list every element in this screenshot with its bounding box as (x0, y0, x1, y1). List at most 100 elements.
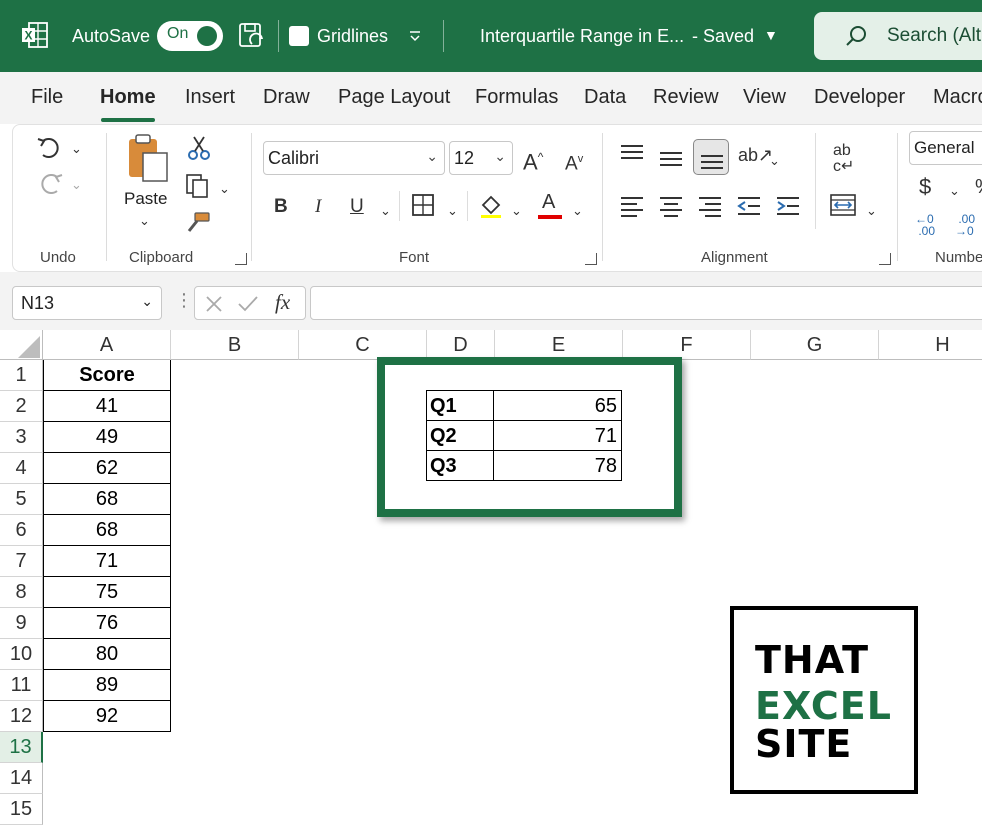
wrap-text-icon[interactable]: ab c↵ (833, 143, 854, 175)
score-cell[interactable]: 62 (43, 453, 171, 484)
autosave-toggle[interactable]: On (157, 21, 223, 51)
row-header[interactable]: 12 (0, 701, 43, 732)
currency-icon[interactable]: $ (919, 175, 931, 199)
format-painter-icon[interactable] (185, 211, 211, 235)
column-header-h[interactable]: H (879, 330, 982, 360)
chevron-down-icon[interactable]: ▼ (764, 24, 778, 46)
tab-macro[interactable]: Macro (933, 86, 982, 109)
row-header[interactable]: 14 (0, 763, 43, 794)
row-header[interactable]: 10 (0, 639, 43, 670)
row-header[interactable]: 11 (0, 670, 43, 701)
insert-function-icon[interactable]: fx (275, 290, 290, 315)
tab-view[interactable]: View (743, 86, 786, 109)
tab-page-layout[interactable]: Page Layout (338, 86, 450, 109)
quartile-label-cell[interactable]: Q1 (426, 390, 494, 421)
middle-align-icon[interactable] (658, 147, 684, 169)
row-header-selected[interactable]: 13 (0, 732, 43, 763)
row-header[interactable]: 15 (0, 794, 43, 825)
quartile-value-cell[interactable]: 78 (493, 450, 622, 481)
quartile-value-cell[interactable]: 65 (493, 390, 622, 421)
tab-home[interactable]: Home (100, 86, 156, 109)
file-title[interactable]: Interquartile Range in E... (480, 25, 684, 47)
gridlines-checkbox[interactable] (289, 26, 309, 46)
column-header-c[interactable]: C (299, 330, 427, 360)
tab-file[interactable]: File (31, 86, 63, 109)
formula-input[interactable] (310, 286, 982, 320)
tab-insert[interactable]: Insert (185, 86, 235, 109)
decrease-decimal-icon[interactable]: .00 →0 (955, 213, 975, 237)
font-name-select[interactable]: Calibri ⌄ (263, 141, 445, 175)
italic-button[interactable]: I (315, 195, 321, 219)
alignment-launcher-icon[interactable] (879, 253, 891, 265)
align-right-icon[interactable] (697, 195, 723, 217)
select-all-button[interactable] (0, 330, 43, 360)
row-header[interactable]: 8 (0, 577, 43, 608)
align-center-icon[interactable] (658, 195, 684, 217)
bottom-align-button[interactable] (693, 139, 729, 175)
font-launcher-icon[interactable] (585, 253, 597, 265)
fill-color-dropdown-icon[interactable]: ⌄ (511, 199, 522, 223)
search-box[interactable]: Search (Alt (814, 12, 982, 60)
tab-data[interactable]: Data (584, 86, 626, 109)
copy-icon[interactable] (185, 173, 211, 199)
clipboard-launcher-icon[interactable] (235, 253, 247, 265)
column-header-f[interactable]: F (623, 330, 751, 360)
score-cell[interactable]: 68 (43, 515, 171, 546)
score-cell[interactable]: 68 (43, 484, 171, 515)
cancel-icon[interactable] (204, 294, 224, 314)
top-align-icon[interactable] (619, 143, 645, 165)
column-header-b[interactable]: B (171, 330, 299, 360)
underline-dropdown-icon[interactable]: ⌄ (380, 199, 391, 223)
row-header[interactable]: 9 (0, 608, 43, 639)
font-size-select[interactable]: 12 ⌄ (449, 141, 513, 175)
tab-developer[interactable]: Developer (814, 86, 905, 109)
paste-label[interactable]: Paste (124, 189, 167, 209)
score-cell[interactable]: 71 (43, 546, 171, 577)
row-header[interactable]: 4 (0, 453, 43, 484)
column-header-d[interactable]: D (427, 330, 495, 360)
column-header-a[interactable]: A (43, 330, 171, 360)
row-header[interactable]: 1 (0, 360, 43, 391)
save-icon[interactable] (238, 22, 266, 50)
quartile-label-cell[interactable]: Q2 (426, 420, 494, 451)
score-header-cell[interactable]: Score (43, 360, 171, 391)
bold-button[interactable]: B (274, 195, 288, 219)
merge-center-icon[interactable] (829, 193, 857, 217)
customize-dropdown-icon[interactable] (407, 28, 423, 44)
row-header[interactable]: 5 (0, 484, 43, 515)
borders-dropdown-icon[interactable]: ⌄ (447, 199, 458, 223)
paste-dropdown-icon[interactable]: ⌄ (139, 209, 150, 233)
undo-icon[interactable] (35, 135, 65, 161)
row-header[interactable]: 6 (0, 515, 43, 546)
row-header[interactable]: 2 (0, 391, 43, 422)
paste-icon[interactable] (125, 133, 171, 183)
enter-icon[interactable] (237, 294, 259, 314)
increase-font-size-icon[interactable]: A^ (523, 145, 543, 174)
score-cell[interactable]: 92 (43, 701, 171, 732)
undo-dropdown-icon[interactable]: ⌄ (71, 137, 82, 161)
orientation-dropdown-icon[interactable]: ⌄ (769, 149, 780, 173)
cut-icon[interactable] (187, 135, 211, 161)
align-left-icon[interactable] (619, 195, 645, 217)
score-cell[interactable]: 76 (43, 608, 171, 639)
orientation-icon[interactable]: ab↗ (738, 143, 773, 167)
score-cell[interactable]: 89 (43, 670, 171, 701)
number-format-select[interactable]: General (909, 131, 982, 165)
score-cell[interactable]: 75 (43, 577, 171, 608)
quartile-value-cell[interactable]: 71 (493, 420, 622, 451)
quartile-label-cell[interactable]: Q3 (426, 450, 494, 481)
score-cell[interactable]: 49 (43, 422, 171, 453)
score-cell[interactable]: 80 (43, 639, 171, 670)
merge-dropdown-icon[interactable]: ⌄ (866, 199, 877, 223)
font-color-icon[interactable]: A (538, 191, 564, 221)
percent-icon[interactable]: % (975, 175, 982, 199)
redo-icon[interactable] (35, 171, 65, 197)
column-header-g[interactable]: G (751, 330, 879, 360)
copy-dropdown-icon[interactable]: ⌄ (219, 177, 230, 201)
decrease-font-size-icon[interactable]: Av (565, 147, 583, 176)
increase-decimal-icon[interactable]: ←0 .00 (915, 213, 935, 237)
score-cell[interactable]: 41 (43, 391, 171, 422)
resize-handle-icon[interactable]: ⋮ (175, 290, 193, 311)
decrease-indent-icon[interactable] (736, 195, 762, 217)
row-header[interactable]: 7 (0, 546, 43, 577)
